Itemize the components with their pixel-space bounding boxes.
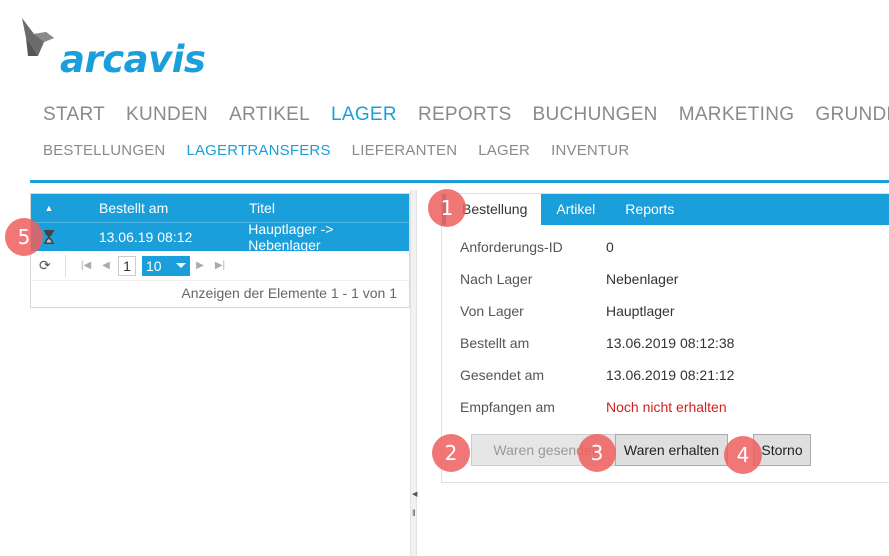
detail-value: 13.06.2019 08:12:38 <box>606 335 735 351</box>
grid-header: ▲ Bestellt am Titel <box>31 194 409 222</box>
prev-page-icon[interactable]: ◀ <box>96 260 116 271</box>
tab-artikel[interactable]: Artikel <box>541 194 610 225</box>
nav-item-grunddaten[interactable]: GRUNDDAT <box>815 104 889 126</box>
subnav-item-lieferanten[interactable]: LIEFERANTEN <box>352 142 458 159</box>
pane-splitter[interactable]: ◀ ‖ <box>410 190 417 556</box>
cancel-button[interactable]: Storno <box>753 434 811 466</box>
detail-label: Anforderungs-ID <box>460 239 563 255</box>
marker-4: 4 <box>724 436 762 474</box>
marker-2: 2 <box>432 434 470 472</box>
detail-row: Gesendet am 13.06.2019 08:21:12 <box>460 367 880 383</box>
detail-label: Bestellt am <box>460 335 530 351</box>
table-row[interactable]: 13.06.19 08:12 Hauptlager -> Nebenlager <box>31 221 409 253</box>
detail-label: Gesendet am <box>460 367 545 383</box>
status-not-received: Noch nicht erhalten <box>606 399 727 415</box>
detail-value: 13.06.2019 08:21:12 <box>606 367 735 383</box>
detail-value: Nebenlager <box>606 271 679 287</box>
collapse-left-icon[interactable]: ◀ <box>412 490 417 498</box>
refresh-icon[interactable]: ⟳ <box>39 257 61 274</box>
next-page-icon[interactable]: ▶ <box>190 260 210 271</box>
nav-item-lager[interactable]: LAGER <box>331 104 397 126</box>
nav-item-reports[interactable]: REPORTS <box>418 104 512 126</box>
nav-item-start[interactable]: START <box>43 104 105 126</box>
column-header-title[interactable]: Titel <box>249 200 275 216</box>
detail-row: Bestellt am 13.06.2019 08:12:38 <box>460 335 880 351</box>
subnav-item-bestellungen[interactable]: BESTELLUNGEN <box>43 142 165 159</box>
brand-name: arcavis <box>60 38 206 81</box>
detail-tabs: Bestellung Artikel Reports <box>442 194 889 225</box>
detail-row: Von Lager Hauptlager <box>460 303 880 319</box>
nav-item-kunden[interactable]: KUNDEN <box>126 104 208 126</box>
arcavis-logo[interactable]: arcavis <box>20 16 206 80</box>
marker-5: 5 <box>5 218 43 256</box>
nav-item-marketing[interactable]: MARKETING <box>679 104 795 126</box>
tab-reports[interactable]: Reports <box>610 194 689 225</box>
page-size-select[interactable]: 10 <box>142 255 190 276</box>
grip-icon[interactable]: ‖ <box>412 508 416 518</box>
marker-1: 1 <box>428 189 466 227</box>
page-size-value: 10 <box>146 257 162 274</box>
row-title: Hauptlager -> Nebenlager <box>248 221 334 253</box>
subnav-item-lager[interactable]: LAGER <box>478 142 530 159</box>
detail-label: Nach Lager <box>460 271 533 287</box>
subnav-item-inventur[interactable]: INVENTUR <box>551 142 629 159</box>
row-date: 13.06.19 08:12 <box>98 229 193 245</box>
nav-divider <box>30 180 889 183</box>
bird-icon <box>22 18 54 56</box>
first-page-icon[interactable]: |◀ <box>76 260 96 271</box>
chevron-down-icon <box>176 262 186 268</box>
main-nav: START KUNDEN ARTIKEL LAGER REPORTS BUCHU… <box>43 104 889 126</box>
nav-item-buchungen[interactable]: BUCHUNGEN <box>533 104 658 126</box>
marker-3: 3 <box>578 434 616 472</box>
goods-received-button[interactable]: Waren erhalten <box>615 434 728 466</box>
subnav-item-lagertransfers[interactable]: LAGERTRANSFERS <box>186 142 330 159</box>
nav-item-artikel[interactable]: ARTIKEL <box>229 104 310 126</box>
detail-row: Anforderungs-ID 0 <box>460 239 880 255</box>
current-page[interactable]: 1 <box>118 255 136 276</box>
sort-up-icon[interactable]: ▲ <box>31 203 67 213</box>
detail-row: Nach Lager Nebenlager <box>460 271 880 287</box>
last-page-icon[interactable]: ▶| <box>210 260 230 271</box>
detail-value: 0 <box>606 239 614 255</box>
column-header-date[interactable]: Bestellt am <box>67 200 249 216</box>
transfer-grid: ▲ Bestellt am Titel 13.06.19 08:12 Haupt… <box>30 193 410 308</box>
sub-nav: BESTELLUNGEN LAGERTRANSFERS LIEFERANTEN … <box>43 142 650 159</box>
grid-pager: ⟳ |◀ ◀ 1 10 ▶ ▶| <box>31 251 409 281</box>
detail-label: Empfangen am <box>460 399 555 415</box>
pager-info: Anzeigen der Elemente 1 - 1 von 1 <box>181 285 397 301</box>
detail-label: Von Lager <box>460 303 524 319</box>
pager-separator <box>65 254 66 277</box>
detail-pane: Bestellung Artikel Reports Anforderungs-… <box>441 193 889 483</box>
detail-value: Hauptlager <box>606 303 675 319</box>
detail-row: Empfangen am Noch nicht erhalten <box>460 399 880 415</box>
